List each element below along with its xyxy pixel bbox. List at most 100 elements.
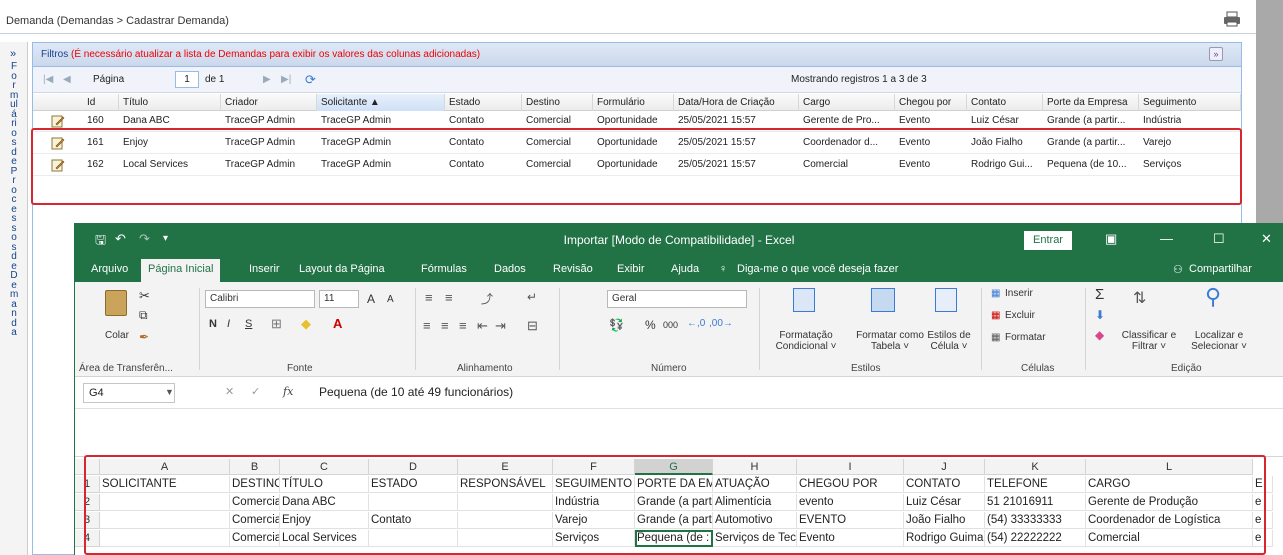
enter-icon[interactable]: ✓ (251, 385, 260, 398)
cancel-icon[interactable]: ✕ (225, 385, 234, 398)
minimize-icon[interactable]: — (1160, 231, 1173, 246)
tab-revisao[interactable]: Revisão (553, 263, 593, 275)
cut-icon[interactable]: ✂ (139, 288, 150, 304)
delete-cells-button[interactable]: Excluir (1005, 310, 1035, 321)
column-header[interactable]: Seguimento (1139, 94, 1241, 111)
underline-button[interactable]: S (245, 318, 252, 330)
find-select-button[interactable]: Localizar e Selecionar ˅ (1181, 330, 1257, 352)
borders-icon[interactable]: ⊞ (271, 316, 282, 332)
decrease-decimal-icon[interactable]: ,00→ (709, 318, 733, 329)
cell-styles-button[interactable]: Estilos de Célula ˅ (921, 330, 977, 352)
font-color-icon[interactable]: A (333, 316, 342, 331)
paste-button[interactable]: Colar (105, 330, 129, 341)
fill-icon[interactable]: ⬇ (1095, 308, 1105, 322)
first-page-icon[interactable]: |◀ (43, 74, 53, 85)
collapse-icon[interactable]: » (1209, 47, 1223, 61)
signin-button[interactable]: Entrar (1024, 231, 1072, 250)
format-table-icon[interactable] (871, 288, 895, 312)
decrease-indent-icon[interactable]: ⇤ (477, 318, 488, 334)
tab-inserir[interactable]: Inserir (249, 263, 280, 275)
tellme-box[interactable]: Diga-me o que você deseja fazer (737, 263, 898, 275)
tab-exibir[interactable]: Exibir (617, 263, 645, 275)
page-input[interactable]: 1 (175, 71, 199, 88)
prev-page-icon[interactable]: ◀ (63, 74, 71, 85)
sort-filter-button[interactable]: Classificar e Filtrar ˅ (1119, 330, 1179, 352)
column-header[interactable]: Chegou por (895, 94, 967, 111)
wrap-text-icon[interactable]: ↵ (527, 290, 537, 304)
format-cells-button[interactable]: Formatar (1005, 332, 1046, 343)
namebox-dropdown-icon[interactable]: ▼ (165, 387, 174, 397)
autosum-icon[interactable]: Σ (1095, 286, 1104, 303)
increase-decimal-icon[interactable]: ←,0 (687, 318, 705, 329)
maximize-icon[interactable]: ☐ (1213, 231, 1225, 247)
tab-dados[interactable]: Dados (494, 263, 526, 275)
expand-panel-button[interactable]: » (10, 48, 16, 60)
name-box[interactable]: G4 (83, 383, 175, 403)
tab-pagina-inicial[interactable]: Página Inicial (141, 259, 221, 282)
column-header[interactable]: Id (83, 94, 119, 111)
column-header[interactable]: Estado (445, 94, 522, 111)
next-page-icon[interactable]: ▶ (263, 74, 271, 85)
printer-icon[interactable] (1223, 10, 1241, 28)
font-shrink-icon[interactable]: A (387, 294, 394, 305)
close-icon[interactable]: ✕ (1261, 231, 1272, 247)
column-header[interactable]: Porte da Empresa (1043, 94, 1139, 111)
cell-styles-icon[interactable] (935, 288, 957, 312)
align-left-icon[interactable]: ≡ (423, 318, 431, 333)
font-size-combo[interactable]: 11 (319, 290, 359, 308)
insert-cells-button[interactable]: Inserir (1005, 288, 1033, 299)
conditional-format-button[interactable]: Formatação Condicional ˅ (771, 330, 841, 352)
column-header[interactable]: Data/Hora de Criação (674, 94, 799, 111)
share-button[interactable]: Compartilhar (1189, 263, 1252, 275)
column-header[interactable]: Criador (221, 94, 317, 111)
highlight-sheet-box (84, 455, 1266, 555)
align-right-icon[interactable]: ≡ (459, 318, 467, 333)
fill-color-icon[interactable]: ◆ (301, 316, 311, 332)
format-painter-icon[interactable]: ✒ (139, 330, 149, 344)
copy-icon[interactable]: ⧉ (139, 308, 148, 323)
align-center-icon[interactable]: ≡ (441, 318, 449, 333)
column-header[interactable]: Formulário (593, 94, 674, 111)
last-page-icon[interactable]: ▶| (281, 74, 291, 85)
side-collapsed-panel[interactable]: » Formulários de Processos de Demanda (0, 42, 28, 555)
increase-indent-icon[interactable]: ⇥ (495, 318, 506, 334)
refresh-icon[interactable]: ⟳ (305, 72, 316, 88)
function-icon[interactable]: fx (283, 385, 293, 398)
font-grow-icon[interactable]: A (367, 292, 375, 306)
paste-icon[interactable] (105, 290, 127, 316)
align-top-icon[interactable]: ≡ (425, 290, 433, 305)
number-format-combo[interactable]: Geral (607, 290, 747, 308)
currency-icon[interactable]: 💱 (609, 318, 624, 332)
tab-ajuda[interactable]: Ajuda (671, 263, 699, 275)
formula-input[interactable]: Pequena (de 10 até 49 funcionários) (319, 385, 513, 399)
delete-cells-icon[interactable]: ▦ (991, 310, 1000, 321)
font-name-combo[interactable]: Calibri (205, 290, 315, 308)
share-icon[interactable]: ⚇ (1173, 263, 1183, 276)
align-middle-icon[interactable]: ≡ (445, 290, 453, 305)
format-cells-icon[interactable]: ▦ (991, 332, 1000, 343)
table-cell: Evento (899, 115, 931, 126)
tab-arquivo[interactable]: Arquivo (91, 263, 128, 275)
orientation-icon[interactable]: ⤴ (481, 290, 493, 307)
find-icon[interactable]: ⚲ (1205, 284, 1221, 310)
column-header[interactable]: Destino (522, 94, 593, 111)
conditional-format-icon[interactable] (793, 288, 815, 312)
merge-center-icon[interactable]: ⊟ (527, 318, 538, 334)
sort-filter-icon[interactable]: ⇅ (1133, 288, 1146, 308)
tab-formulas[interactable]: Fórmulas (421, 263, 467, 275)
thousands-button[interactable]: 000 (663, 320, 678, 330)
table-cell: Comercial (526, 115, 572, 126)
table-cell: TraceGP Admin (321, 115, 392, 126)
column-header[interactable]: Contato (967, 94, 1043, 111)
tab-layout[interactable]: Layout da Página (299, 263, 385, 275)
column-header[interactable]: Cargo (799, 94, 895, 111)
percent-button[interactable]: % (645, 318, 656, 332)
italic-button[interactable]: I (227, 318, 230, 330)
insert-cells-icon[interactable]: ▦ (991, 288, 1000, 299)
bold-button[interactable]: N (209, 318, 217, 330)
edit-icon[interactable] (51, 114, 65, 128)
column-header[interactable]: Solicitante ▲ (317, 94, 445, 111)
column-header[interactable]: Título (119, 94, 221, 111)
ribbon-options-icon[interactable]: ▣ (1105, 231, 1117, 247)
clear-icon[interactable]: ◆ (1095, 328, 1104, 342)
